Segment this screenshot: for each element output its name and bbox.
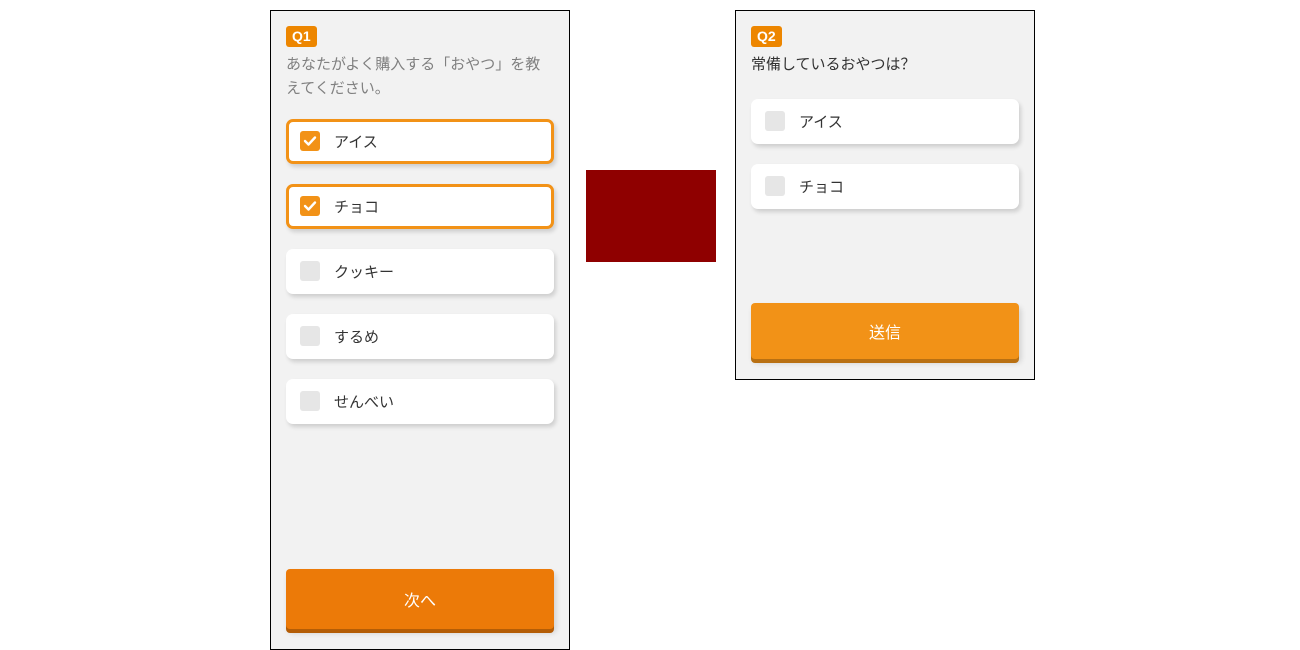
option-label: チョコ — [799, 176, 844, 197]
checkbox-unchecked-icon — [300, 326, 320, 346]
option-list-q2: アイス チョコ — [751, 99, 1019, 209]
checkbox-unchecked-icon — [765, 176, 785, 196]
option-item[interactable]: クッキー — [286, 249, 554, 294]
checkbox-unchecked-icon — [765, 111, 785, 131]
option-label: クッキー — [334, 261, 394, 282]
option-list-q1: アイス チョコ クッキー するめ せんべい — [286, 119, 554, 424]
option-item[interactable]: チョコ — [286, 184, 554, 229]
checkbox-unchecked-icon — [300, 391, 320, 411]
submit-button[interactable]: 送信 — [751, 303, 1019, 359]
option-item[interactable]: アイス — [751, 99, 1019, 144]
option-label: せんべい — [334, 391, 394, 412]
question-prompt-q2: 常備しているおやつは？ — [751, 53, 1019, 77]
arrow-placeholder-block — [586, 170, 716, 262]
checkbox-unchecked-icon — [300, 261, 320, 281]
option-label: アイス — [799, 111, 843, 132]
survey-panel-q1: Q1 あなたがよく購入する「おやつ」を教えてください。 アイス チョコ クッキー — [270, 10, 570, 650]
option-label: するめ — [334, 326, 379, 347]
survey-panel-q2: Q2 常備しているおやつは？ アイス チョコ 送信 — [735, 10, 1035, 380]
option-item[interactable]: するめ — [286, 314, 554, 359]
next-button[interactable]: 次へ — [286, 569, 554, 629]
checkbox-checked-icon — [300, 196, 320, 216]
option-label: チョコ — [334, 196, 379, 217]
question-prompt-q1: あなたがよく購入する「おやつ」を教えてください。 — [286, 53, 554, 101]
checkbox-checked-icon — [300, 131, 320, 151]
question-badge-q1: Q1 — [286, 26, 317, 47]
option-label: アイス — [334, 131, 378, 152]
option-item[interactable]: チョコ — [751, 164, 1019, 209]
option-item[interactable]: アイス — [286, 119, 554, 164]
option-item[interactable]: せんべい — [286, 379, 554, 424]
question-badge-q2: Q2 — [751, 26, 782, 47]
